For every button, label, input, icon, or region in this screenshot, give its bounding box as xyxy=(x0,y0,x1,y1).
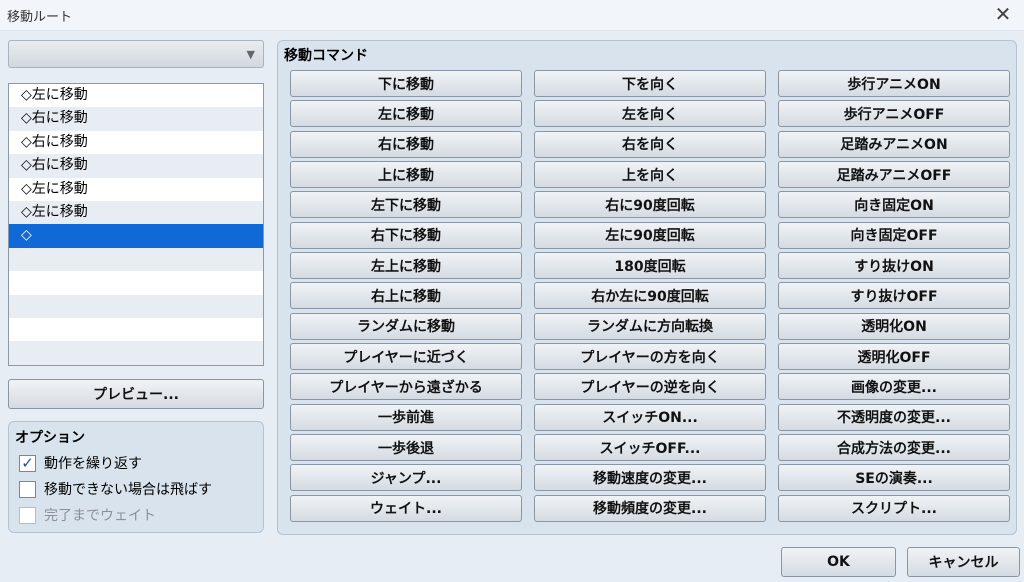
command-button[interactable]: スイッチOFF... xyxy=(534,434,766,462)
command-button[interactable]: 下を向く xyxy=(534,70,766,97)
command-button[interactable]: 左上に移動 xyxy=(290,252,522,280)
move-commands-group: 移動コマンド 下に移動左に移動 右に移動上に移動 左下に移動 右下に移動左上に移動 右上… xyxy=(277,40,1017,535)
command-column-2: 下を向く左を向く 右を向く上を向く 右に90度回転 左に90度回転 180度回転 右か左に… xyxy=(534,70,766,525)
command-button[interactable]: 上に移動 xyxy=(290,161,522,189)
command-button[interactable]: 透明化OFF xyxy=(778,343,1010,371)
close-icon[interactable]: ✕ xyxy=(990,2,1016,28)
command-button[interactable]: 左下に移動 xyxy=(290,191,522,219)
command-button[interactable]: 左に移動 xyxy=(290,100,522,128)
command-button[interactable]: 180度回転 xyxy=(534,252,766,280)
route-list-item[interactable] xyxy=(9,318,263,341)
route-list-item[interactable] xyxy=(9,294,263,318)
command-button[interactable]: すり抜けON xyxy=(778,252,1010,280)
command-column-3: 歩行アニメON 歩行アニメOFF 足踏みアニメON 足踏みアニメOFF 向き固定ON 向き… xyxy=(778,70,1010,525)
route-list-item[interactable]: ◇右に移動 xyxy=(9,107,263,131)
command-button[interactable]: 一歩後退 xyxy=(290,434,522,462)
options-group: オプション ✓ 動作を繰り返す 移動できない場合は飛ばす 完了までウェイト xyxy=(8,421,264,533)
command-button[interactable]: 向き固定ON xyxy=(778,191,1010,219)
commands-title: 移動コマンド xyxy=(284,48,368,64)
command-button[interactable]: 移動頻度の変更... xyxy=(534,494,766,522)
route-list-item[interactable]: ◇左に移動 xyxy=(9,84,263,107)
command-button[interactable]: 右下に移動 xyxy=(290,221,522,249)
options-title: オプション xyxy=(15,430,85,446)
repeat-checkbox[interactable]: ✓ xyxy=(19,454,36,472)
wait-option: 完了までウェイト xyxy=(19,505,156,525)
command-button[interactable]: ランダムに方向転換 xyxy=(534,312,766,340)
command-button[interactable]: 一歩前進 xyxy=(290,403,522,431)
skip-option[interactable]: 移動できない場合は飛ばす xyxy=(19,479,212,499)
command-button[interactable]: 上を向く xyxy=(534,161,766,189)
command-button[interactable]: ウェイト... xyxy=(290,494,522,522)
command-button[interactable]: 下に移動 xyxy=(290,70,522,97)
route-list-item[interactable]: ◇右に移動 xyxy=(9,154,263,178)
route-list-item[interactable]: ◇ xyxy=(9,224,263,248)
command-button[interactable]: 歩行アニメOFF xyxy=(778,100,1010,128)
command-button[interactable]: ランダムに移動 xyxy=(290,312,522,340)
route-list[interactable]: ◇左に移動 ◇右に移動 ◇右に移動 ◇右に移動 ◇左に移動 ◇左に移動 ◇ xyxy=(8,83,264,366)
command-button[interactable]: 画像の変更... xyxy=(778,373,1010,401)
title-bar: 移動ルート ✕ xyxy=(0,0,1024,31)
command-button[interactable]: 向き固定OFF xyxy=(778,221,1010,249)
route-target-select[interactable]: ▼ xyxy=(8,40,264,68)
skip-label: 移動できない場合は飛ばす xyxy=(44,482,212,498)
chevron-down-icon: ▼ xyxy=(246,48,255,61)
command-button[interactable]: 不透明度の変更... xyxy=(778,403,1010,431)
window-title: 移動ルート xyxy=(7,10,73,25)
command-button[interactable]: スクリプト... xyxy=(778,494,1010,522)
route-list-item[interactable]: ◇左に移動 xyxy=(9,178,263,201)
preview-button[interactable]: プレビュー... xyxy=(8,379,264,409)
command-button[interactable]: 左を向く xyxy=(534,100,766,128)
cancel-button[interactable]: キャンセル xyxy=(907,547,1020,577)
command-column-1: 下に移動左に移動 右に移動上に移動 左下に移動 右下に移動左上に移動 右上に移動 ランダム… xyxy=(290,70,522,525)
command-button[interactable]: 移動速度の変更... xyxy=(534,464,766,492)
command-button[interactable]: 透明化ON xyxy=(778,312,1010,340)
command-button[interactable]: プレイヤーから遠ざかる xyxy=(290,373,522,401)
command-button[interactable]: すり抜けOFF xyxy=(778,282,1010,310)
ok-button[interactable]: OK xyxy=(781,547,896,577)
command-button[interactable]: 右に90度回転 xyxy=(534,191,766,219)
command-button[interactable]: プレイヤーの方を向く xyxy=(534,343,766,371)
wait-checkbox xyxy=(19,506,36,524)
command-button[interactable]: 足踏みアニメOFF xyxy=(778,161,1010,189)
route-list-item[interactable] xyxy=(9,271,263,294)
skip-checkbox[interactable] xyxy=(19,480,36,498)
command-button[interactable]: スイッチON... xyxy=(534,403,766,431)
command-button[interactable]: SEの演奏... xyxy=(778,464,1010,492)
command-button[interactable]: プレイヤーに近づく xyxy=(290,343,522,371)
wait-label: 完了までウェイト xyxy=(44,508,156,524)
command-button[interactable]: 右を向く xyxy=(534,130,766,158)
command-button[interactable]: 左に90度回転 xyxy=(534,221,766,249)
command-button[interactable]: 歩行アニメON xyxy=(778,70,1010,97)
command-button[interactable]: 足踏みアニメON xyxy=(778,130,1010,158)
command-button[interactable]: 合成方法の変更... xyxy=(778,434,1010,462)
command-button[interactable]: 右上に移動 xyxy=(290,282,522,310)
repeat-label: 動作を繰り返す xyxy=(44,456,142,472)
route-list-item[interactable] xyxy=(9,247,263,272)
command-button[interactable]: 右に移動 xyxy=(290,130,522,158)
route-list-item[interactable] xyxy=(9,341,263,365)
command-button[interactable]: プレイヤーの逆を向く xyxy=(534,373,766,401)
route-list-item[interactable]: ◇左に移動 xyxy=(9,200,263,225)
route-list-item[interactable]: ◇右に移動 xyxy=(9,131,263,154)
command-button[interactable]: 右か左に90度回転 xyxy=(534,282,766,310)
repeat-option[interactable]: ✓ 動作を繰り返す xyxy=(19,453,142,473)
command-button[interactable]: ジャンプ... xyxy=(290,464,522,492)
